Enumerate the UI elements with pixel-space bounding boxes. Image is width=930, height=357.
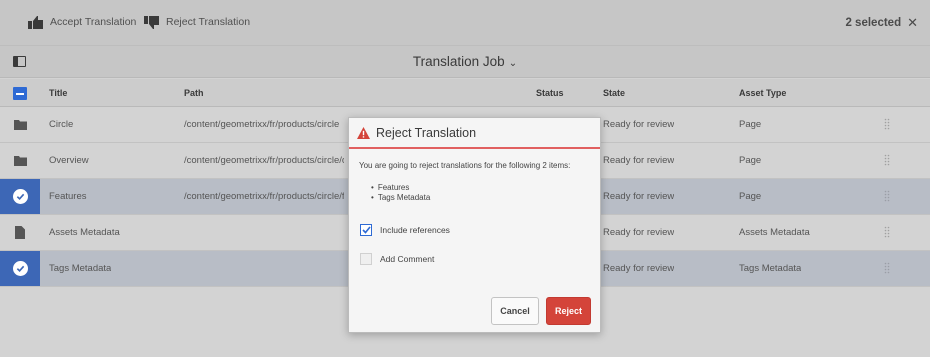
accept-translation-button[interactable]: Accept Translation: [27, 15, 136, 29]
chevron-down-icon: ⌄: [508, 58, 518, 69]
row-state: Ready for review: [603, 119, 675, 130]
add-comment-checkbox[interactable]: Add Comment: [360, 253, 434, 265]
row-title: Features: [49, 191, 87, 202]
list-item: Features: [371, 183, 590, 193]
list-item: Tags Metadata: [371, 193, 590, 203]
row-asset-type: Page: [739, 155, 762, 166]
column-header-title[interactable]: Title: [49, 79, 67, 106]
column-header-status[interactable]: Status: [536, 79, 564, 106]
dialog-title: Reject Translation: [376, 125, 477, 140]
row-state: Ready for review: [603, 191, 675, 202]
drag-handle-icon[interactable]: [884, 226, 890, 240]
row-asset-type: Page: [739, 191, 762, 202]
page-title: Translation Job: [412, 54, 505, 69]
reject-button[interactable]: Reject: [546, 297, 591, 325]
row-asset-type: Page: [739, 119, 762, 130]
selection-count: 2 selected ✕: [845, 15, 918, 31]
table-header: Title Path Status State Asset Type: [0, 79, 930, 107]
row-title: Assets Metadata: [49, 227, 120, 238]
row-state: Ready for review: [603, 227, 675, 238]
close-icon[interactable]: ✕: [907, 15, 918, 31]
warning-icon: [357, 126, 370, 139]
action-toolbar: Accept Translation Reject Translation 2 …: [0, 0, 930, 46]
thumbs-up-icon: [27, 15, 45, 29]
title-bar: Translation Job ⌄: [0, 46, 930, 78]
cancel-button[interactable]: Cancel: [491, 297, 539, 325]
row-selected-indicator[interactable]: [0, 251, 40, 286]
folder-icon: [0, 107, 40, 142]
row-title: Tags Metadata: [49, 263, 112, 274]
dialog-header: Reject Translation: [349, 118, 600, 149]
reject-translation-button[interactable]: Reject Translation: [143, 15, 250, 29]
check-icon: [12, 261, 28, 276]
row-title: Circle: [49, 119, 74, 130]
dialog-message: You are going to reject translations for…: [359, 161, 571, 170]
drag-handle-icon[interactable]: [884, 118, 890, 132]
reject-translation-label: Reject Translation: [166, 16, 251, 28]
row-state: Ready for review: [603, 155, 675, 166]
thumbs-down-icon: [143, 15, 161, 29]
drag-handle-icon[interactable]: [884, 154, 890, 168]
check-icon: [12, 189, 28, 204]
folder-icon: [0, 143, 40, 178]
drag-handle-icon[interactable]: [884, 190, 890, 204]
row-path: /content/geometrixx/fr/products/circle: [184, 119, 340, 130]
select-all-checkbox[interactable]: [13, 87, 27, 100]
row-asset-type: Assets Metadata: [739, 227, 810, 238]
dialog-item-list: Features Tags Metadata: [371, 183, 590, 203]
reject-translation-dialog: Reject Translation You are going to reje…: [348, 117, 601, 333]
row-title: Overview: [49, 155, 89, 166]
row-selected-indicator[interactable]: [0, 179, 40, 214]
row-asset-type: Tags Metadata: [739, 263, 802, 274]
column-header-asset-type[interactable]: Asset Type: [739, 79, 786, 106]
selection-count-label: 2 selected: [845, 17, 902, 29]
row-state: Ready for review: [603, 263, 675, 274]
file-icon: [0, 215, 40, 250]
checkbox-checked-icon: [360, 224, 372, 236]
include-references-label: Include references: [380, 225, 450, 235]
checkbox-unchecked-icon: [360, 253, 372, 265]
drag-handle-icon[interactable]: [884, 262, 890, 276]
job-title-dropdown[interactable]: Translation Job ⌄: [0, 54, 930, 69]
row-path: /content/geometrixx/fr/products/circle/f…: [184, 191, 344, 202]
include-references-checkbox[interactable]: Include references: [360, 224, 450, 236]
dialog-body: You are going to reject translations for…: [349, 149, 600, 203]
accept-translation-label: Accept Translation: [50, 16, 137, 28]
row-path: /content/geometrixx/fr/products/circle/o…: [184, 155, 344, 166]
column-header-path[interactable]: Path: [184, 79, 204, 106]
column-header-state[interactable]: State: [603, 79, 625, 106]
add-comment-label: Add Comment: [380, 254, 435, 264]
